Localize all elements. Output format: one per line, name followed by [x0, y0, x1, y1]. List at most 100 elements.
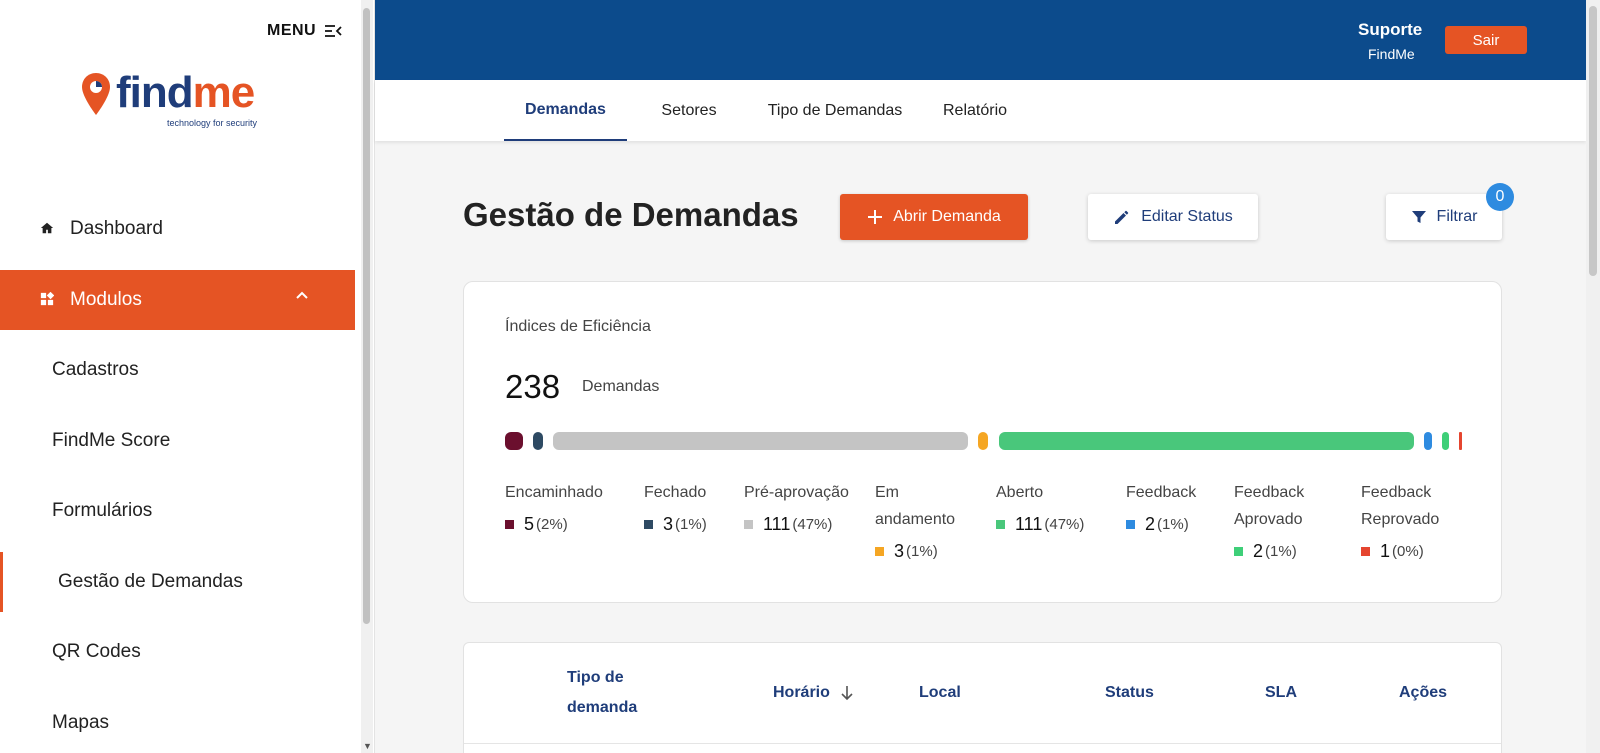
legend-count: 1 — [1380, 541, 1391, 561]
legend-count: 5 — [524, 514, 535, 534]
page-scrollbar[interactable] — [1586, 0, 1600, 753]
open-demand-label: Abrir Demanda — [893, 208, 1001, 225]
menu-toggle[interactable]: MENU — [267, 22, 342, 40]
legend-count: 111 — [763, 514, 791, 534]
sidebar-item-label: Modulos — [70, 289, 142, 310]
legend-percent: (1%) — [1157, 516, 1189, 533]
tab-bar: Demandas Setores Tipo de Demandas Relató… — [375, 80, 1586, 141]
legend-label: Em andamento — [875, 484, 956, 528]
bar-segment-feedback-reprovado[interactable] — [1459, 432, 1462, 450]
sidebar-item-modulos[interactable]: Modulos — [0, 270, 355, 330]
sidebar-item-qr-codes[interactable]: QR Codes — [0, 622, 355, 682]
user-name: Suporte — [1358, 20, 1423, 39]
sidebar: MENU findme technology for security Dash… — [0, 0, 375, 753]
legend-count: 2 — [1253, 541, 1264, 561]
tab-relatorio[interactable]: Relatório — [925, 80, 1025, 141]
legend-swatch — [875, 547, 884, 556]
legend-percent: (1%) — [675, 516, 707, 533]
pencil-icon — [1115, 210, 1129, 224]
filter-button[interactable]: Filtrar — [1386, 194, 1502, 240]
sidebar-item-label: Gestão de Demandas — [58, 571, 243, 592]
table-header-divider — [464, 743, 1501, 744]
location-pin-icon — [82, 73, 110, 115]
sidebar-item-label: Dashboard — [70, 218, 163, 239]
column-header-sla[interactable]: SLA — [1265, 678, 1297, 708]
legend-em-andamento: Em andamento 3 (1%) — [875, 479, 980, 565]
legend-label: Feedback — [1126, 484, 1197, 501]
bar-segment-feedback-aprovado[interactable] — [1442, 432, 1449, 450]
tab-demandas[interactable]: Demandas — [504, 80, 627, 141]
bar-segment-encaminhado[interactable] — [505, 432, 523, 450]
legend-label: Feedback Reprovado — [1361, 484, 1440, 528]
logout-button[interactable]: Sair — [1445, 26, 1527, 54]
legend-percent: (0%) — [1392, 543, 1424, 560]
legend-label: Fechado — [644, 484, 707, 501]
legend-percent: (47%) — [1044, 516, 1085, 533]
bar-segment-aberto[interactable] — [999, 432, 1414, 450]
legend-feedback: Feedback 2 (1%) — [1126, 479, 1226, 538]
legend-swatch — [644, 520, 653, 529]
legend-feedback-reprovado: Feedback Reprovado 1 (0%) — [1361, 479, 1461, 565]
column-header-label: Horário — [773, 684, 830, 701]
tab-tipo-de-demandas[interactable]: Tipo de Demandas — [755, 80, 915, 141]
sidebar-item-formularios[interactable]: Formulários — [0, 481, 355, 541]
bar-segment-fechado[interactable] — [533, 432, 543, 450]
scroll-down-arrow-icon[interactable]: ▼ — [363, 741, 372, 751]
home-icon — [40, 221, 56, 237]
edit-status-button[interactable]: Editar Status — [1088, 194, 1258, 240]
top-bar: Suporte FindMe Sair — [375, 0, 1600, 80]
column-header-status[interactable]: Status — [1105, 678, 1154, 708]
legend-label: Feedback Aprovado — [1234, 484, 1305, 528]
open-demand-button[interactable]: Abrir Demanda — [840, 194, 1028, 240]
sidebar-item-label: QR Codes — [52, 641, 141, 662]
filter-label: Filtrar — [1436, 208, 1478, 225]
menu-label: MENU — [267, 22, 317, 39]
menu-collapse-icon — [325, 25, 342, 37]
logo-wordmark: findme — [116, 68, 255, 117]
total-demands-count: 238 — [505, 368, 561, 405]
bar-segment-pre-aprovacao[interactable] — [553, 432, 968, 450]
efficiency-card: Índices de Eficiência 238 Demandas Encam… — [463, 281, 1502, 603]
legend-count: 3 — [663, 514, 674, 534]
legend-swatch — [505, 520, 514, 529]
legend-swatch — [1234, 547, 1243, 556]
bar-segment-feedback[interactable] — [1424, 432, 1432, 450]
sidebar-scrollbar[interactable]: ▼ — [361, 0, 373, 753]
findme-logo: findme technology for security — [80, 68, 270, 132]
legend-swatch — [996, 520, 1005, 529]
sidebar-item-cadastros[interactable]: Cadastros — [0, 340, 355, 400]
legend-feedback-aprovado: Feedback Aprovado 2 (1%) — [1234, 479, 1329, 565]
legend-percent: (1%) — [1265, 543, 1297, 560]
edit-status-label: Editar Status — [1141, 208, 1233, 225]
legend-swatch — [1361, 547, 1370, 556]
sidebar-item-label: Cadastros — [52, 359, 139, 380]
bar-segment-em-andamento[interactable] — [978, 432, 988, 450]
legend-label: Encaminhado — [505, 484, 603, 501]
legend-label: Pré-aprovação — [744, 484, 849, 501]
column-header-horario[interactable]: Horário — [773, 678, 854, 708]
sidebar-item-dashboard[interactable]: Dashboard — [0, 199, 355, 259]
sidebar-item-label: Formulários — [52, 500, 153, 521]
column-header-local[interactable]: Local — [919, 678, 961, 708]
filter-icon — [1411, 211, 1426, 223]
sidebar-item-label: FindMe Score — [52, 430, 171, 451]
legend-percent: (47%) — [792, 516, 833, 533]
column-header-tipo-de-demanda[interactable]: Tipo de demanda — [567, 663, 667, 723]
legend-percent: (1%) — [906, 543, 938, 560]
sidebar-item-mapas[interactable]: Mapas — [0, 693, 355, 753]
plus-icon — [868, 210, 883, 224]
page-title: Gestão de Demandas — [463, 196, 799, 233]
sidebar-item-label: Mapas — [52, 712, 110, 733]
legend-aberto: Aberto 111 (47%) — [996, 479, 1116, 538]
legend-fechado: Fechado 3 (1%) — [644, 479, 729, 538]
legend-count: 2 — [1145, 514, 1156, 534]
sidebar-item-findme-score[interactable]: FindMe Score — [0, 411, 355, 471]
tab-setores[interactable]: Setores — [639, 80, 739, 141]
sidebar-scrollbar-thumb[interactable] — [363, 8, 370, 624]
page-scrollbar-thumb[interactable] — [1589, 6, 1597, 276]
logo-tagline: technology for security — [167, 118, 258, 128]
column-header-acoes[interactable]: Ações — [1399, 678, 1447, 708]
legend-pre-aprovacao: Pré-aprovação 111 (47%) — [744, 479, 854, 538]
sidebar-item-gestao-de-demandas[interactable]: Gestão de Demandas — [0, 552, 355, 612]
legend-swatch — [1126, 520, 1135, 529]
